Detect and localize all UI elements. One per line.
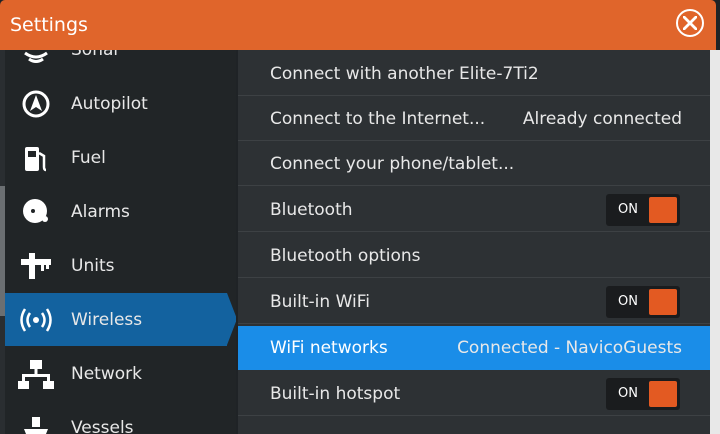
sidebar-item-units[interactable]: Units bbox=[5, 239, 227, 292]
row-label: WiFi networks bbox=[270, 338, 388, 358]
sidebar-item-label: Network bbox=[71, 363, 142, 384]
close-icon bbox=[683, 16, 697, 30]
network-icon bbox=[17, 355, 55, 393]
row-value: Already connected bbox=[522, 108, 682, 129]
row-label: Connect your phone/tablet... bbox=[270, 153, 515, 174]
row-builtin-wifi[interactable]: Built-in WiFi ON bbox=[238, 280, 710, 324]
sidebar-item-network[interactable]: Network bbox=[5, 347, 227, 400]
wireless-icon bbox=[17, 301, 55, 339]
right-edge bbox=[710, 50, 720, 434]
row-wifi-networks[interactable]: WiFi networks Connected - NavicoGuests bbox=[238, 326, 710, 370]
row-bluetooth-options[interactable]: Bluetooth options bbox=[238, 234, 710, 278]
autopilot-icon bbox=[17, 85, 55, 123]
row-builtin-hotspot[interactable]: Built-in hotspot ON bbox=[238, 372, 710, 416]
fuel-pump-icon bbox=[17, 139, 55, 177]
title-bar: Settings bbox=[0, 0, 716, 50]
sidebar-item-label: Vessels bbox=[71, 417, 134, 434]
close-button[interactable] bbox=[676, 9, 704, 37]
builtin-wifi-toggle[interactable]: ON bbox=[606, 285, 680, 318]
row-label: Bluetooth bbox=[270, 199, 353, 220]
row-label: Built-in hotspot bbox=[270, 383, 401, 404]
builtin-hotspot-toggle[interactable]: ON bbox=[606, 377, 680, 410]
row-value: Connected - NavicoGuests bbox=[457, 338, 682, 358]
toggle-knob bbox=[649, 288, 677, 315]
wireless-settings-panel: Connect with another Elite-7Ti2 Connect … bbox=[238, 50, 710, 434]
row-connect-internet[interactable]: Connect to the Internet... Already conne… bbox=[238, 97, 710, 141]
sidebar-item-wireless[interactable]: Wireless bbox=[5, 293, 236, 346]
settings-sidebar: Sonar Autopilot Fuel Alarms Units bbox=[0, 26, 236, 434]
bluetooth-toggle[interactable]: ON bbox=[606, 193, 680, 226]
ruler-icon bbox=[17, 247, 55, 285]
toggle-knob bbox=[649, 380, 677, 407]
sidebar-item-alarms[interactable]: Alarms bbox=[5, 185, 227, 238]
toggle-knob bbox=[649, 196, 677, 223]
sidebar-scrollbar[interactable] bbox=[0, 26, 5, 434]
row-connect-phone[interactable]: Connect your phone/tablet... bbox=[238, 142, 710, 186]
row-label: Bluetooth options bbox=[270, 245, 421, 266]
sidebar-item-fuel[interactable]: Fuel bbox=[5, 131, 227, 184]
settings-window: Sonar Autopilot Fuel Alarms Units bbox=[0, 0, 720, 434]
sidebar-scrollbar-thumb[interactable] bbox=[0, 186, 5, 316]
row-label: Connect to the Internet... bbox=[270, 108, 486, 129]
row-label: Connect with another Elite-7Ti2 bbox=[270, 63, 539, 84]
toggle-label: ON bbox=[618, 293, 638, 309]
sidebar-item-label: Wireless bbox=[71, 309, 143, 330]
row-label: Built-in WiFi bbox=[270, 291, 371, 312]
sidebar-item-label: Alarms bbox=[71, 201, 130, 222]
sidebar-item-autopilot[interactable]: Autopilot bbox=[5, 77, 227, 130]
alarm-bell-icon bbox=[17, 193, 55, 231]
sidebar-item-vessels[interactable]: Vessels bbox=[5, 401, 227, 434]
window-title: Settings bbox=[10, 14, 88, 36]
sidebar-item-label: Autopilot bbox=[71, 93, 148, 114]
row-connect-device[interactable]: Connect with another Elite-7Ti2 bbox=[238, 52, 710, 96]
sidebar-item-label: Fuel bbox=[71, 147, 106, 168]
toggle-label: ON bbox=[618, 201, 638, 217]
row-bluetooth[interactable]: Bluetooth ON bbox=[238, 188, 710, 232]
vessels-icon bbox=[17, 409, 55, 434]
sidebar-item-label: Units bbox=[71, 255, 115, 276]
toggle-label: ON bbox=[618, 385, 638, 401]
